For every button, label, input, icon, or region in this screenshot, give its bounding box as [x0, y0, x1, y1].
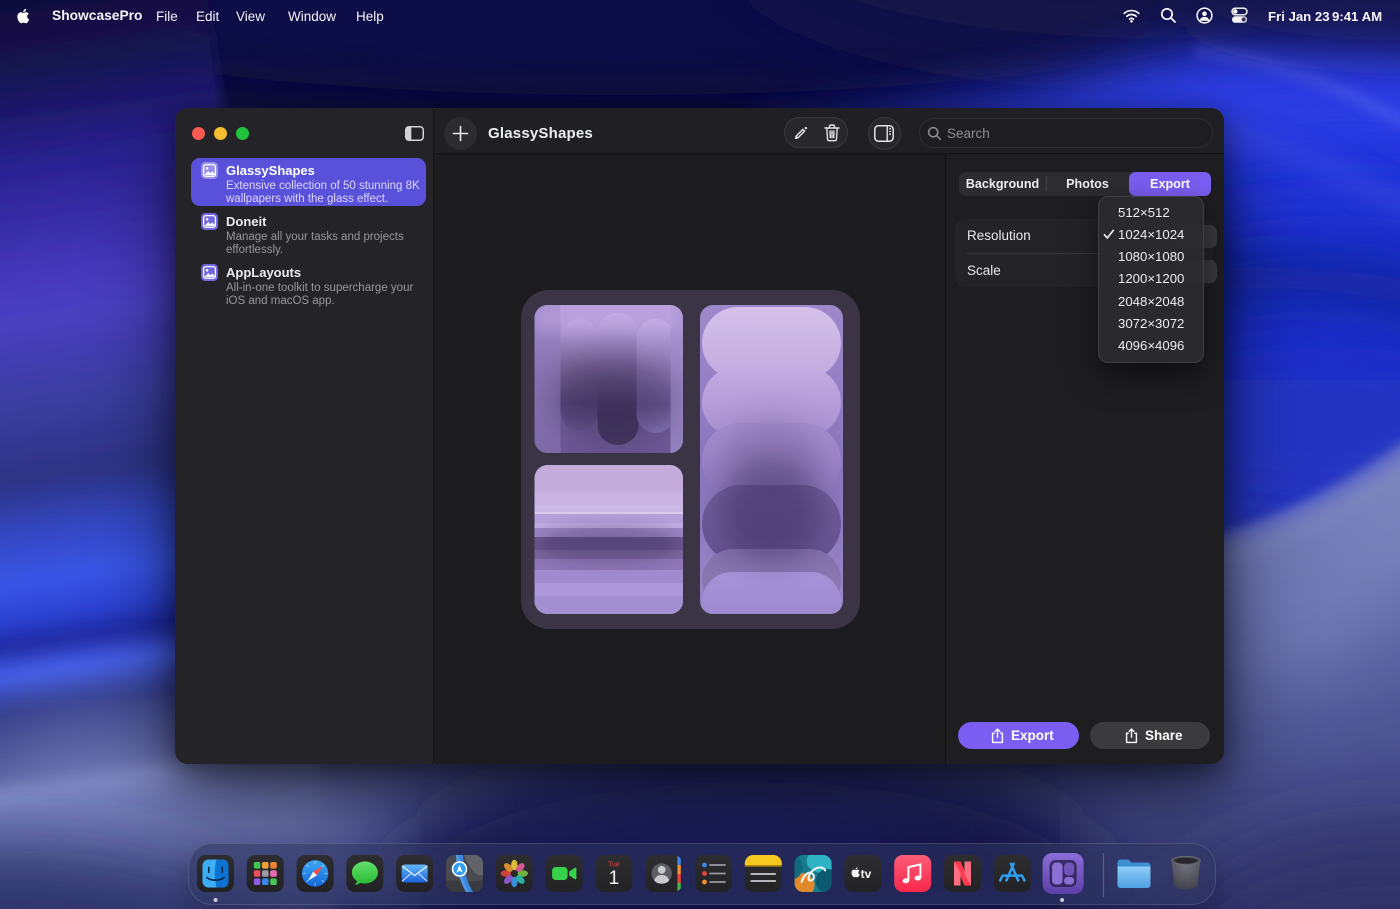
svg-text:1: 1: [609, 868, 620, 889]
svg-text:tv: tv: [861, 867, 872, 881]
